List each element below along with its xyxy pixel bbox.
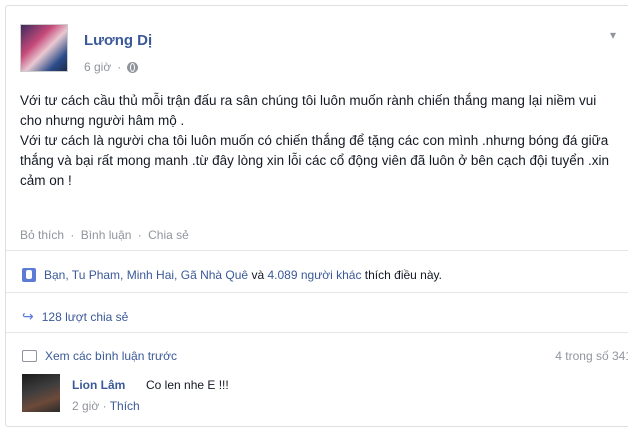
post-text: Với tư cách cầu thủ mỗi trận đấu ra sân … bbox=[20, 91, 620, 191]
comments-header: Xem các bình luận trước 4 trong số 341 bbox=[22, 349, 628, 363]
divider bbox=[6, 292, 628, 293]
commenter-name[interactable]: Lion Lâm bbox=[72, 378, 125, 392]
post-time[interactable]: 6 giờ bbox=[84, 60, 111, 74]
comment-text: Co len nhe E !!! bbox=[146, 378, 229, 392]
author-avatar[interactable] bbox=[20, 24, 68, 72]
post-paragraph: Với tư cách cầu thủ mỗi trận đấu ra sân … bbox=[20, 93, 597, 128]
shares-count[interactable]: 128 lượt chia sẻ bbox=[42, 310, 129, 324]
unlike-link[interactable]: Bỏ thích bbox=[20, 228, 64, 242]
globe-icon[interactable] bbox=[127, 61, 139, 73]
comment-like-link[interactable]: Thích bbox=[110, 399, 140, 413]
post-actions: Bỏ thích · Bình luận · Chia sẻ bbox=[20, 228, 189, 242]
post-meta: 6 giờ · bbox=[84, 60, 139, 74]
shares-summary[interactable]: ↪ 128 lượt chia sẻ bbox=[22, 308, 128, 325]
post-card: Lương Dị 6 giờ · ▾ Với tư cách cầu thủ m… bbox=[5, 5, 628, 427]
comments-count: 4 trong số 341 bbox=[555, 349, 628, 363]
commenter-avatar[interactable] bbox=[22, 374, 60, 412]
view-previous-comments[interactable]: Xem các bình luận trước bbox=[45, 349, 177, 363]
comment-time[interactable]: 2 giờ bbox=[72, 399, 99, 413]
author-name[interactable]: Lương Dị bbox=[84, 32, 152, 49]
divider bbox=[6, 250, 628, 251]
comment-meta: 2 giờ · Thích bbox=[72, 399, 140, 413]
comment-icon bbox=[22, 350, 37, 362]
share-link[interactable]: Chia sẻ bbox=[148, 228, 189, 242]
comment-link[interactable]: Bình luận bbox=[81, 228, 132, 242]
likes-summary: Bạn, Tu Pham, Minh Hai, Gã Nhà Quê và 4.… bbox=[22, 268, 442, 282]
likers-names[interactable]: Bạn, Tu Pham, Minh Hai, Gã Nhà Quê bbox=[44, 268, 248, 282]
share-icon: ↪ bbox=[22, 308, 34, 324]
thumbs-up-icon bbox=[22, 268, 36, 282]
likers-others[interactable]: 4.089 người khác bbox=[267, 268, 361, 282]
chevron-down-icon[interactable]: ▾ bbox=[610, 28, 616, 42]
divider bbox=[6, 332, 628, 333]
post-paragraph: Với tư cách là người cha tôi luôn muốn c… bbox=[20, 133, 610, 188]
